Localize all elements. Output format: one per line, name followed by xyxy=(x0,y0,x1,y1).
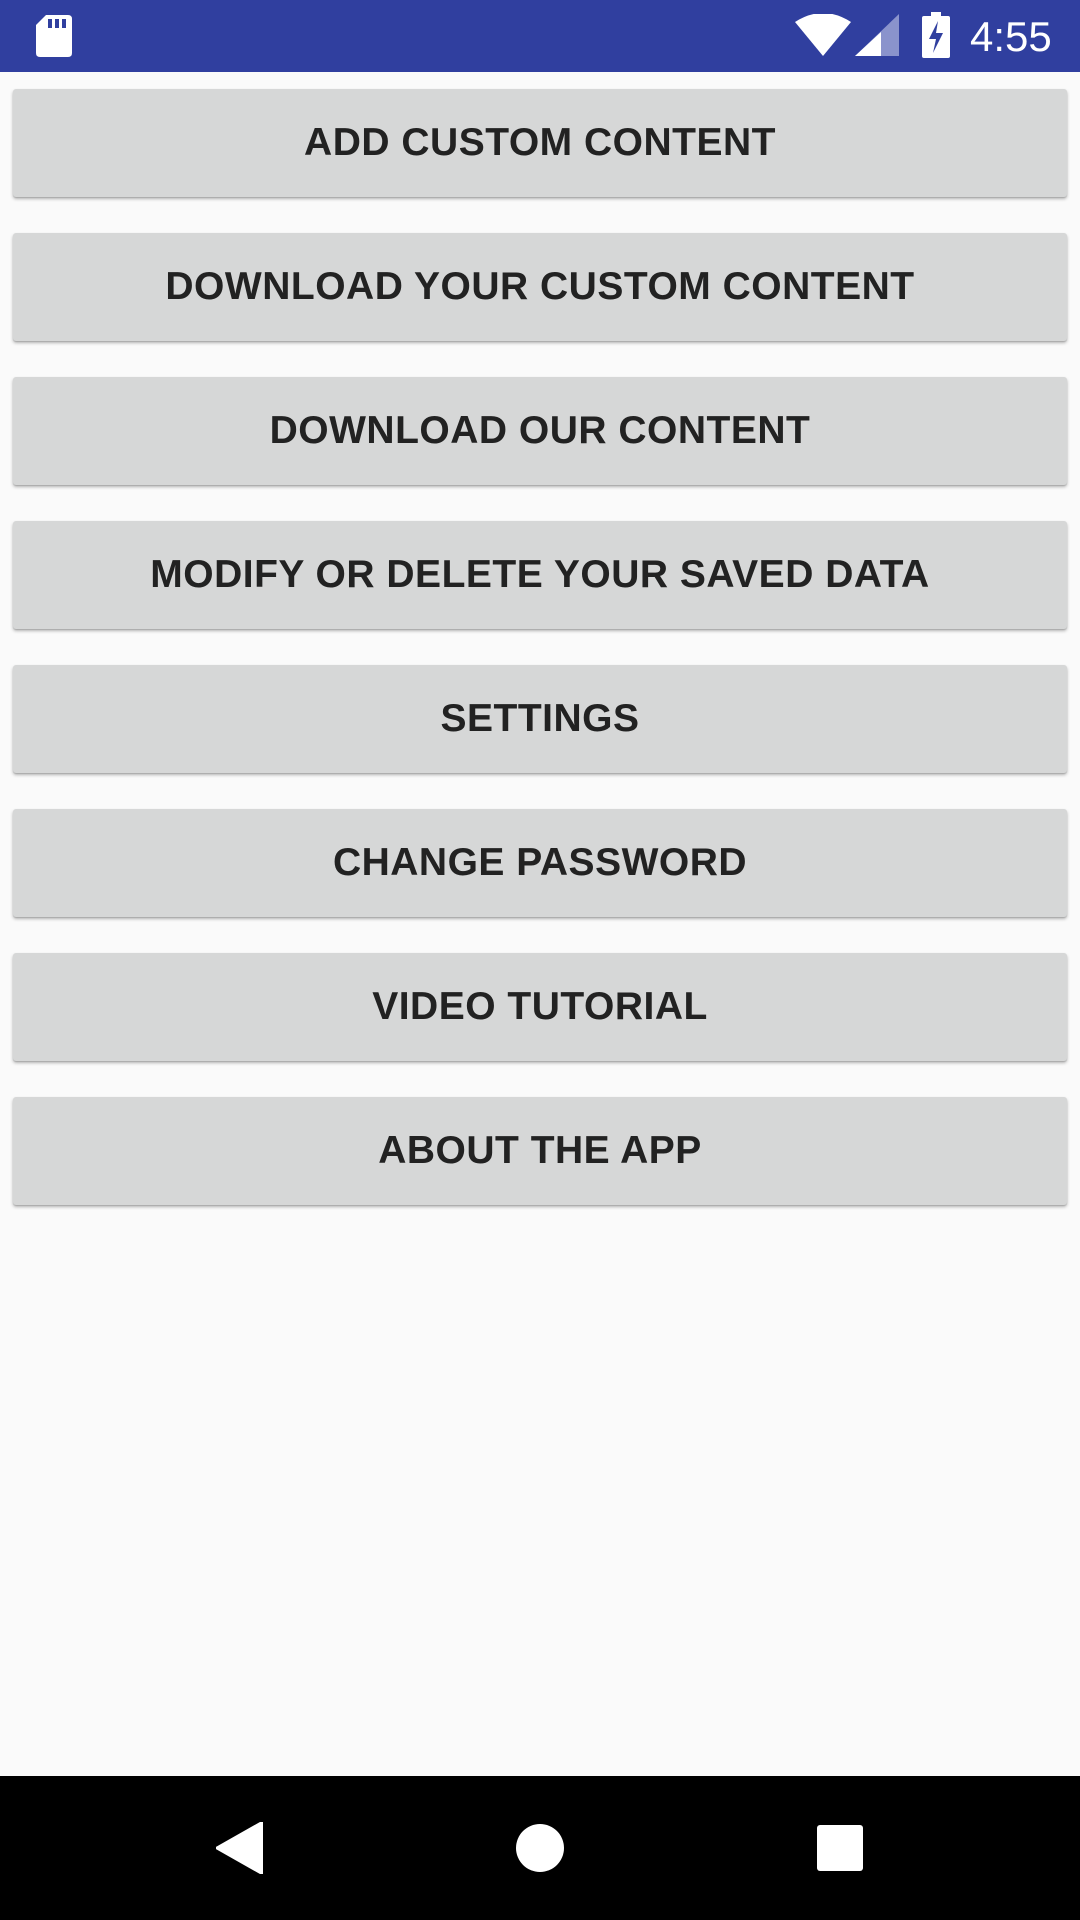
download-our-content-button[interactable]: DOWNLOAD OUR CONTENT xyxy=(13,377,1067,485)
settings-button[interactable]: SETTINGS xyxy=(13,665,1067,773)
recents-icon[interactable] xyxy=(817,1825,863,1871)
change-password-button[interactable]: CHANGE PASSWORD xyxy=(13,809,1067,917)
add-custom-content-button[interactable]: ADD CUSTOM CONTENT xyxy=(13,89,1067,197)
back-icon[interactable] xyxy=(216,1822,264,1874)
sd-card-icon xyxy=(36,15,72,57)
modify-or-delete-saved-data-button[interactable]: MODIFY OR DELETE YOUR SAVED DATA xyxy=(13,521,1067,629)
about-the-app-button[interactable]: ABOUT THE APP xyxy=(13,1097,1067,1205)
home-icon[interactable] xyxy=(516,1824,564,1872)
video-tutorial-button[interactable]: VIDEO TUTORIAL xyxy=(13,953,1067,1061)
download-your-custom-content-button[interactable]: DOWNLOAD YOUR CUSTOM CONTENT xyxy=(13,233,1067,341)
status-clock: 4:55 xyxy=(970,13,1052,60)
battery-charging-icon xyxy=(922,12,950,58)
wifi-icon xyxy=(795,14,851,56)
status-bar: 4:55 xyxy=(0,0,1080,72)
main-menu: ADD CUSTOM CONTENT DOWNLOAD YOUR CUSTOM … xyxy=(0,72,1080,1776)
cell-signal-icon xyxy=(855,14,899,56)
navigation-bar xyxy=(0,1776,1080,1920)
